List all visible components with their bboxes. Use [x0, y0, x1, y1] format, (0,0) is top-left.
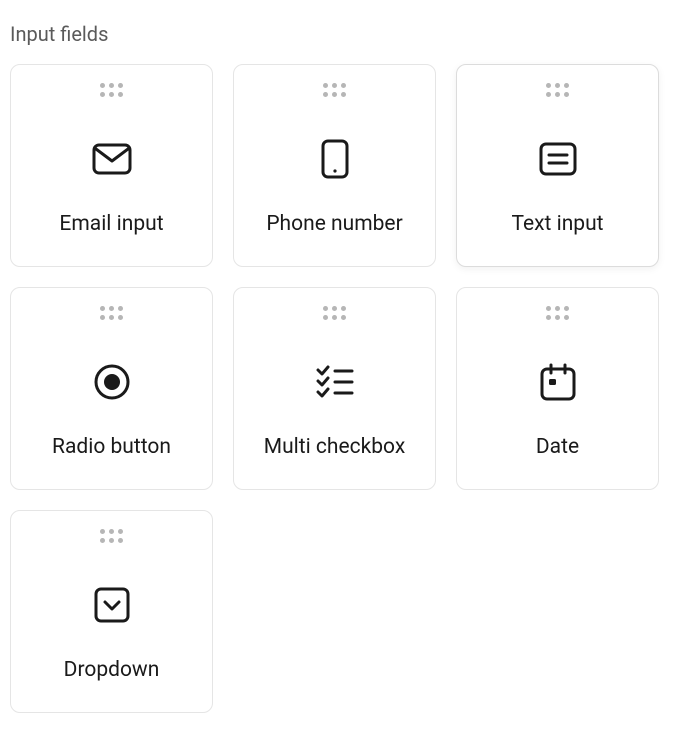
card-text-input[interactable]: Text input [456, 64, 659, 267]
card-email-input[interactable]: Email input [10, 64, 213, 267]
drag-handle-icon[interactable] [323, 83, 346, 97]
drag-handle-icon[interactable] [100, 529, 123, 543]
card-phone-number[interactable]: Phone number [233, 64, 436, 267]
card-date[interactable]: Date [456, 287, 659, 490]
envelope-icon [92, 105, 132, 212]
card-label: Multi checkbox [264, 435, 406, 459]
drag-handle-icon[interactable] [546, 306, 569, 320]
card-multi-checkbox[interactable]: Multi checkbox [233, 287, 436, 490]
section-title: Input fields [10, 22, 684, 46]
chevron-down-box-icon [94, 551, 130, 658]
card-label: Dropdown [64, 658, 160, 682]
radio-icon [93, 328, 131, 435]
card-dropdown[interactable]: Dropdown [10, 510, 213, 713]
card-label: Phone number [266, 212, 402, 236]
phone-icon [321, 105, 349, 212]
card-radio-button[interactable]: Radio button [10, 287, 213, 490]
drag-handle-icon[interactable] [100, 306, 123, 320]
card-label: Radio button [52, 435, 171, 459]
calendar-icon [540, 328, 576, 435]
drag-handle-icon[interactable] [546, 83, 569, 97]
card-label: Text input [511, 212, 603, 236]
drag-handle-icon[interactable] [323, 306, 346, 320]
drag-handle-icon[interactable] [100, 83, 123, 97]
text-icon [539, 105, 577, 212]
card-label: Date [536, 435, 579, 459]
cards-grid: Email input Phone number Text i [10, 64, 684, 713]
checklist-icon [316, 328, 354, 435]
card-label: Email input [59, 212, 163, 236]
